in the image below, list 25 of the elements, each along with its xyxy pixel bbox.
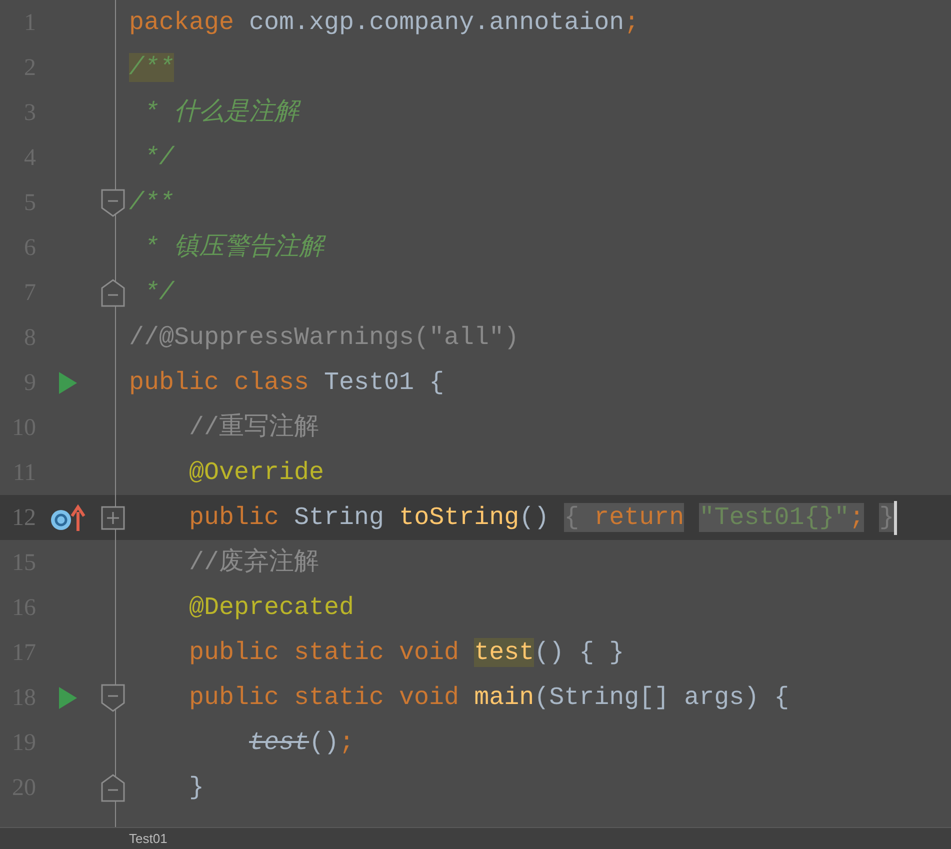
expand-icon[interactable] <box>100 504 126 530</box>
code-line: */ <box>143 142 174 174</box>
code-line: /** <box>128 186 174 218</box>
fold-icon[interactable] <box>100 682 126 712</box>
code-line: public class Test01 { <box>128 366 444 398</box>
code-line: package com.xgp.company.annotaion; <box>128 6 640 38</box>
fold-icon[interactable] <box>100 278 126 308</box>
run-icon[interactable] <box>58 370 78 394</box>
fold-icon[interactable] <box>100 188 126 218</box>
breadcrumb[interactable]: Test01 <box>129 828 168 848</box>
code-line: @Deprecated <box>188 592 354 624</box>
code-line: @Override <box>188 456 324 488</box>
code-line: test(); <box>248 726 354 758</box>
code-line: //废弃注解 <box>188 546 320 578</box>
fold-icon[interactable] <box>100 772 126 802</box>
run-icon[interactable] <box>58 686 78 710</box>
code-line: */ <box>143 276 174 308</box>
code-line: } <box>188 772 204 804</box>
code-line: public static void test() { } <box>188 636 624 668</box>
override-icon[interactable] <box>50 504 86 532</box>
code-line: * 镇压警告注解 <box>143 232 324 264</box>
code-line: public static void main(String[] args) { <box>188 682 790 714</box>
code-line: //@SuppressWarnings("all") <box>128 322 520 354</box>
code-line: //重写注解 <box>188 412 320 444</box>
code-line: * 什么是注解 <box>143 96 300 128</box>
